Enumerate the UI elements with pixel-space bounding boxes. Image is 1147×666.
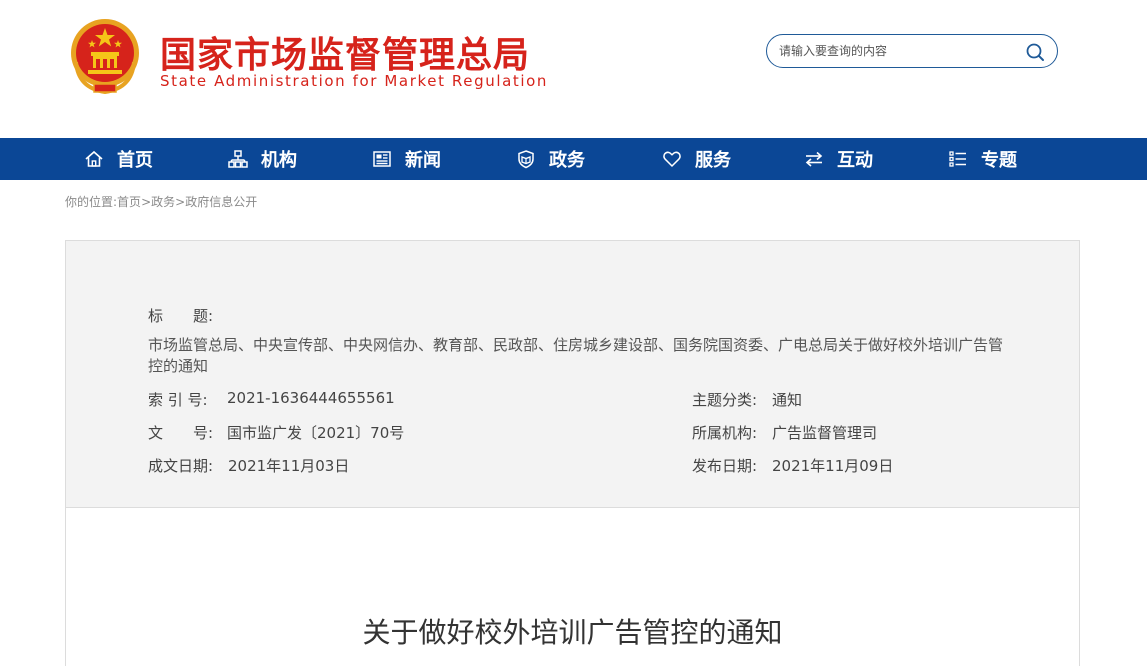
document-title: 关于做好校外培训广告管控的通知 [362, 616, 783, 649]
meta-published-date-label: 发布日期: [692, 457, 758, 475]
breadcrumb-link-government-affairs[interactable]: 政务 [151, 195, 175, 209]
meta-category-value: 通知 [772, 391, 803, 409]
site-logo-chinese[interactable]: 国家市场监督管理总局 [160, 26, 530, 78]
breadcrumb-prefix: 你的位置: [65, 195, 118, 209]
breadcrumb-separator: > [141, 195, 152, 209]
home-icon [85, 150, 103, 167]
meta-doc-number-label: 文 号: [148, 424, 214, 442]
meta-index-label: 索 引 号: [148, 391, 208, 409]
exchange-arrows-icon [805, 151, 823, 167]
breadcrumb-separator: > [175, 195, 186, 209]
meta-created-date-value: 2021年11月03日 [228, 457, 350, 475]
breadcrumb: 你的位置:首页>政务>政府信息公开 [65, 193, 257, 210]
nav-item-label: 首页 [117, 150, 153, 171]
main-nav: 首页 机构 新闻 政务 服务 互动 专题 [0, 138, 1147, 180]
nav-item-label: 新闻 [405, 150, 441, 171]
nav-item-government-affairs[interactable]: 政务 [516, 138, 585, 180]
search-input[interactable] [779, 41, 1019, 61]
search-box [766, 34, 1058, 68]
meta-title-value: 市场监管总局、中央宣传部、中央网信办、教育部、民政部、住房城乡建设部、国务院国资… [148, 336, 1004, 375]
nav-item-topics[interactable]: 专题 [948, 138, 1017, 180]
nav-item-label: 政务 [549, 150, 585, 171]
meta-agency-label: 所属机构: [692, 424, 758, 442]
meta-published-date-value: 2021年11月09日 [772, 457, 894, 475]
document-metadata-panel: 标 题: 市场监管总局、中央宣传部、中央网信办、教育部、民政部、住房城乡建设部、… [66, 241, 1079, 508]
meta-index-value: 2021-1636444655561 [227, 389, 395, 407]
nav-item-news[interactable]: 新闻 [372, 138, 441, 180]
national-emblem-icon[interactable] [68, 18, 142, 96]
org-chart-icon [228, 150, 248, 168]
newspaper-icon [373, 151, 391, 167]
nav-item-services[interactable]: 服务 [662, 138, 731, 180]
nav-item-home[interactable]: 首页 [84, 138, 153, 180]
breadcrumb-link-info-disclosure[interactable]: 政府信息公开 [185, 195, 257, 209]
site-logo-english[interactable]: State Administration for Market Regulati… [160, 72, 548, 90]
nav-item-organization[interactable]: 机构 [228, 138, 297, 180]
meta-doc-number-value: 国市监广发〔2021〕70号 [227, 424, 405, 442]
meta-category-label: 主题分类: [692, 391, 758, 409]
list-icon [949, 151, 966, 167]
shield-book-icon [518, 150, 534, 169]
meta-agency-value: 广告监督管理司 [772, 424, 878, 442]
meta-title-label: 标 题: [148, 307, 214, 325]
nav-item-label: 专题 [981, 150, 1017, 171]
heart-icon [663, 151, 681, 168]
site-header: 国家市场监督管理总局 State Administration for Mark… [0, 0, 1147, 138]
nav-item-label: 互动 [837, 150, 873, 171]
nav-item-interaction[interactable]: 互动 [804, 138, 873, 180]
breadcrumb-link-home[interactable]: 首页 [117, 195, 141, 209]
meta-created-date-label: 成文日期: [148, 457, 214, 475]
article-container: 标 题: 市场监管总局、中央宣传部、中央网信办、教育部、民政部、住房城乡建设部、… [65, 240, 1080, 666]
search-icon[interactable] [1025, 42, 1045, 62]
nav-item-label: 服务 [695, 150, 731, 171]
nav-item-label: 机构 [261, 150, 297, 171]
